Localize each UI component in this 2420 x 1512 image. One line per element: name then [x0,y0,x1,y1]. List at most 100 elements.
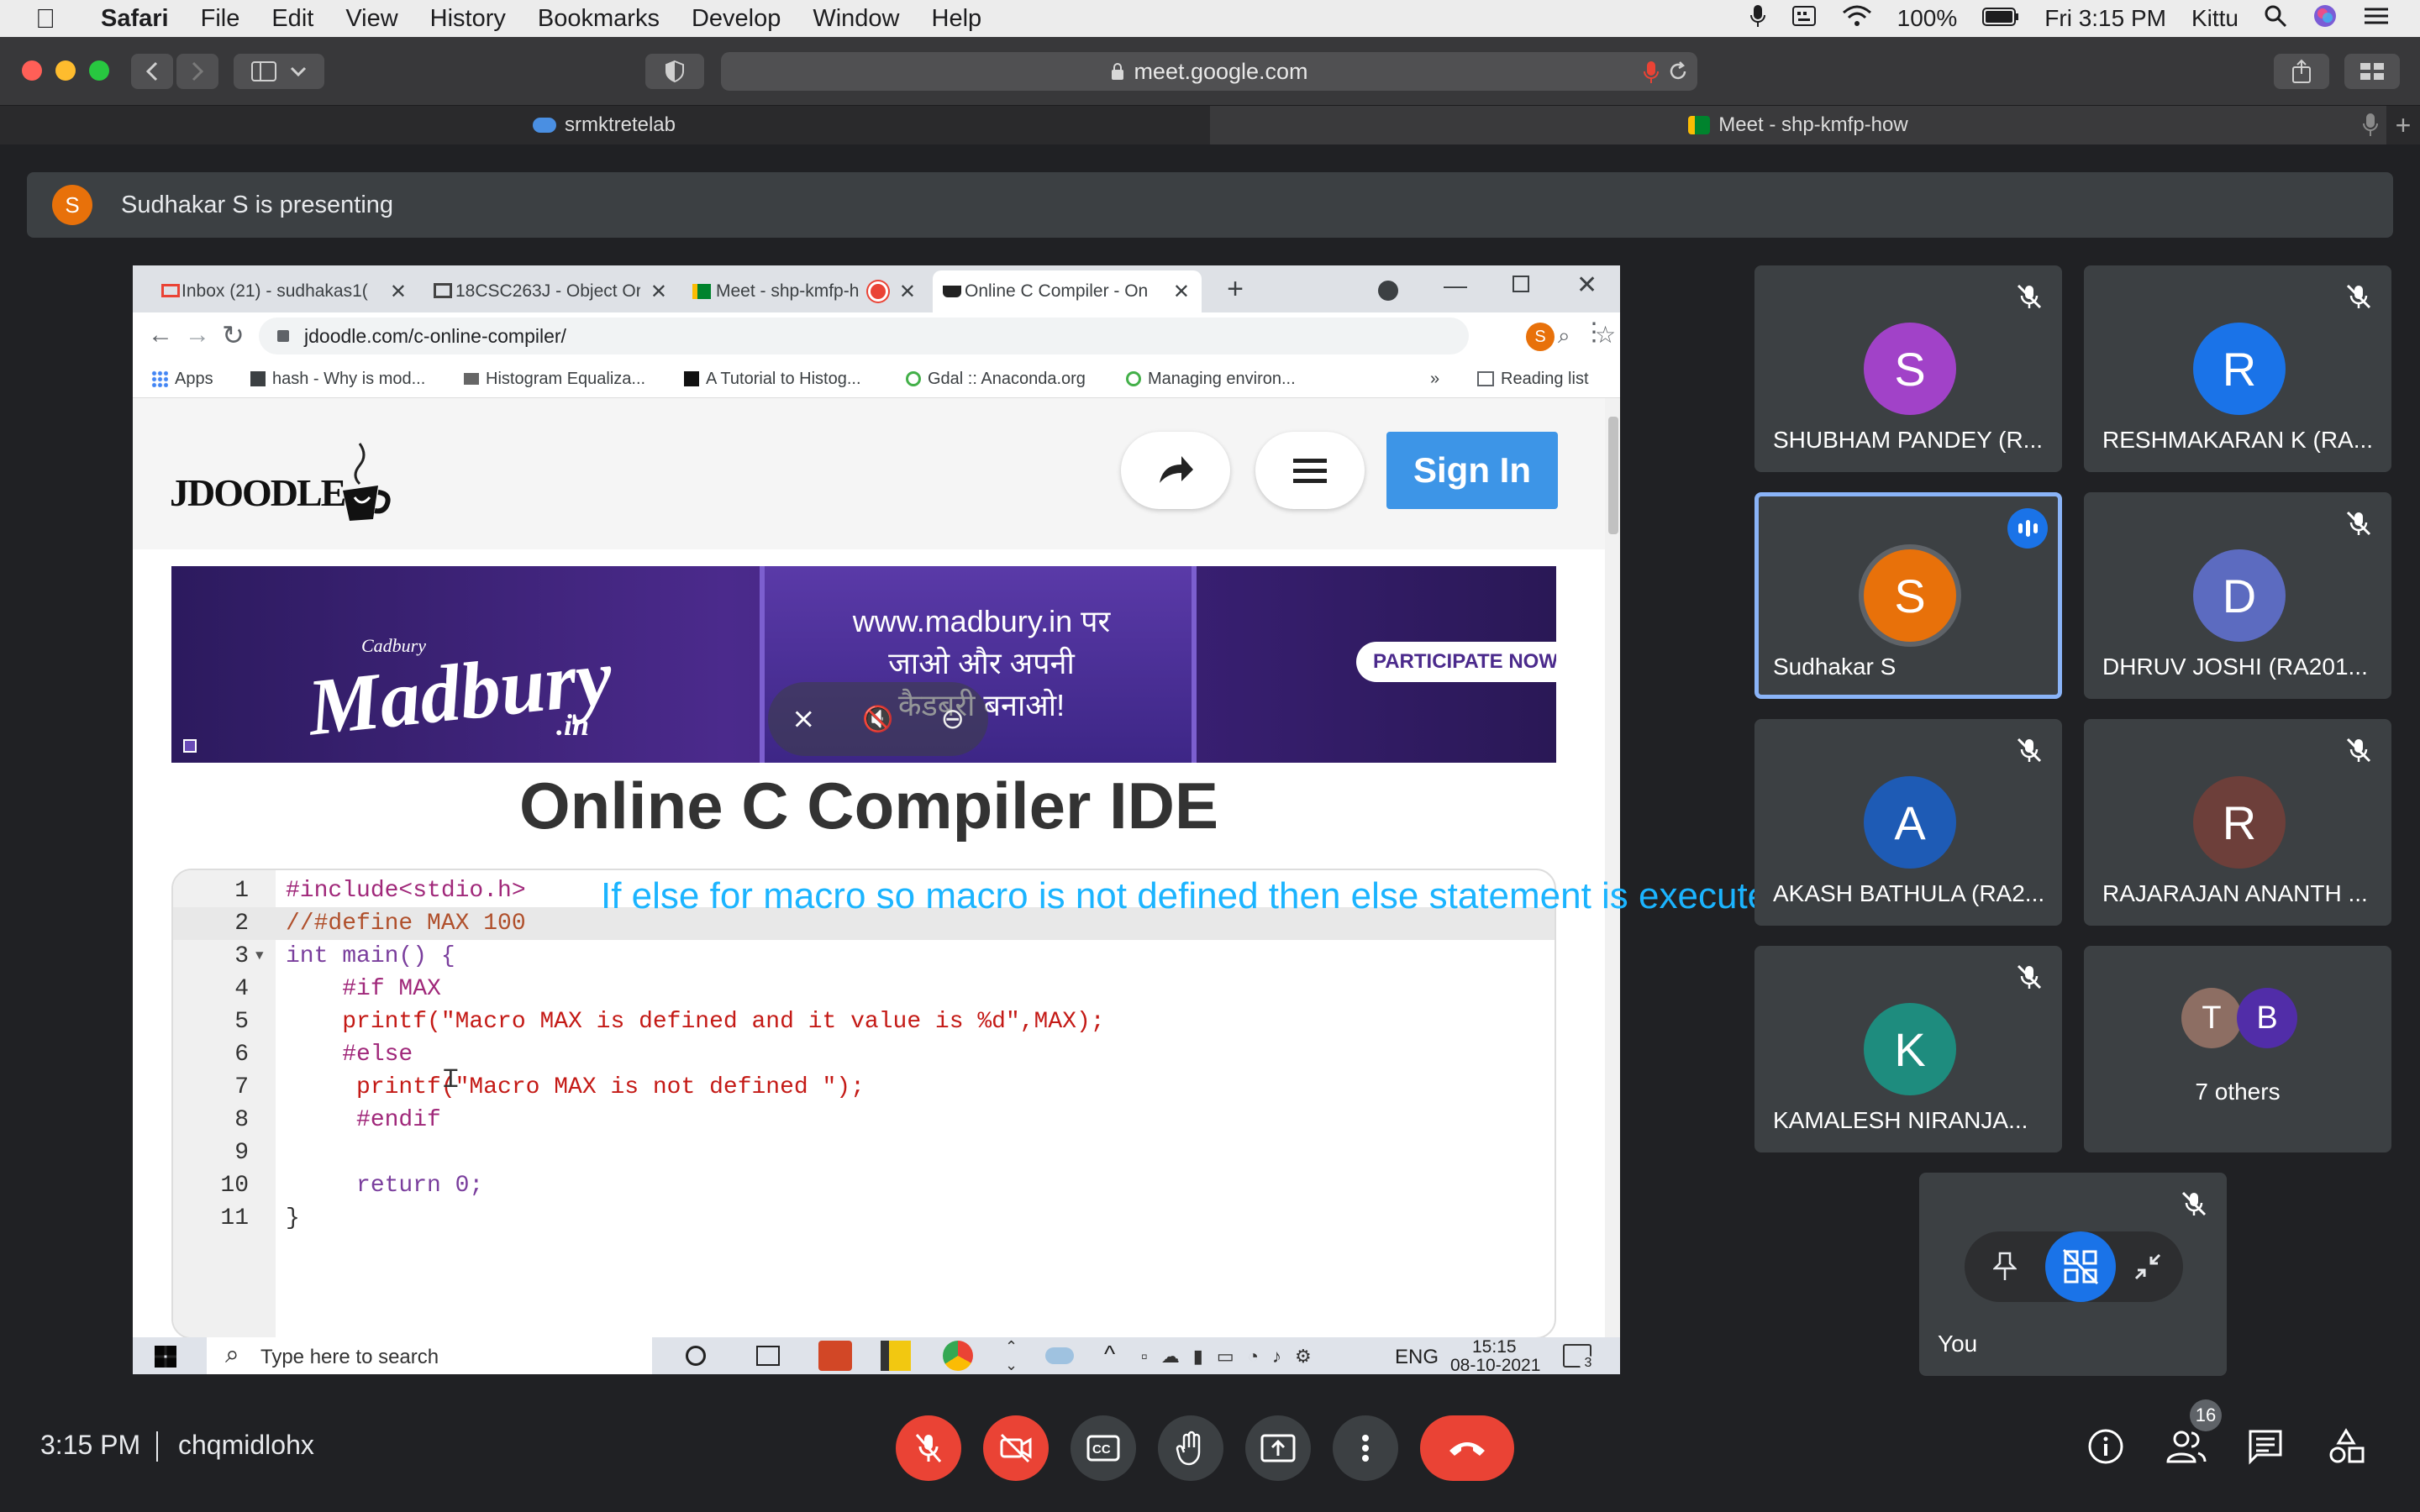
window-restore-button[interactable] [1512,276,1529,292]
code-line[interactable]: 3 ▼ int main() { [173,940,1555,973]
unpin-icon[interactable]: ⨯ [792,702,816,736]
input-language[interactable]: ENG [1395,1346,1439,1369]
mute-presenter-icon[interactable]: 🔇 [862,705,893,734]
menubar-user[interactable]: Kittu [2191,5,2238,32]
code-editor[interactable]: 1 #include<stdio.h> 2 //#define MAX 100 3 ▼… [171,869,1556,1339]
participant-tile[interactable]: R RAJARAJAN ANANTH ... [2084,719,2391,926]
menu-window[interactable]: Window [813,5,899,33]
forward-button[interactable] [176,54,218,89]
remove-icon[interactable]: ⊖ [941,702,965,736]
minimize-self-view-icon[interactable] [2124,1243,2171,1290]
meeting-code[interactable]: chqmidlohx [178,1430,314,1461]
leave-call-button[interactable] [1420,1415,1514,1481]
bookmark-histogram[interactable]: Histogram Equaliza... [464,360,645,398]
tab-microphone-icon[interactable] [2363,113,2378,138]
wifi-icon[interactable] [1842,4,1872,34]
share-button[interactable] [2274,54,2329,89]
participant-tile[interactable]: A AKASH BATHULA (RA2... [1754,719,2062,926]
menu-help[interactable]: Help [932,5,982,33]
chrome-new-tab-button[interactable]: + [1217,270,1254,307]
window-close-button[interactable]: ✕ [1576,270,1597,300]
chrome-tab-meet[interactable]: Meet - shp-kmfp-h ✕ [684,270,928,312]
url-field[interactable]: jdoodle.com/c-online-compiler/ ⌕ ☆ [259,318,1616,354]
keyboard-icon[interactable] [1791,5,1817,33]
page-scrollbar[interactable] [1605,398,1620,1337]
bookmark-hash[interactable]: hash - Why is mod... [250,360,425,398]
taskbar-date[interactable]: 08-10-2021 [1450,1356,1540,1374]
ad-choices-icon[interactable] [183,739,197,753]
control-center-icon[interactable] [2363,5,2390,33]
powerpoint-icon[interactable] [818,1341,852,1371]
reading-list-button[interactable]: Reading list [1477,360,1589,398]
taskbar-time[interactable]: 15:15 [1472,1337,1517,1357]
code-line[interactable]: 8 #endif [173,1104,1555,1137]
safari-tab-meet[interactable]: Meet - shp-kmfp-how [1210,106,2386,144]
taskbar-search-box[interactable]: ⌕ Type here to search [207,1337,652,1374]
menubar-clock[interactable]: Fri 3:15 PM [2044,5,2166,32]
zoom-window-button[interactable] [89,60,109,81]
weather-icon[interactable] [1045,1347,1074,1364]
back-arrow-icon[interactable]: ← [148,321,173,349]
chrome-profile-avatar[interactable]: S [1526,323,1555,351]
sidebar-toggle-button[interactable] [234,54,324,89]
fold-arrow-icon[interactable]: ▼ [255,940,264,973]
battery-icon[interactable] [1982,5,2019,32]
jdoodle-logo[interactable]: JDOODLE [170,437,405,529]
pin-icon[interactable] [1981,1243,2028,1290]
menu-view[interactable]: View [345,5,397,33]
meeting-details-button[interactable] [2087,1428,2129,1470]
zoom-icon[interactable]: ⌕ [1558,323,1570,349]
task-view-icon[interactable] [756,1346,780,1366]
safari-tab-srmktretelab[interactable]: srmktretelab [0,106,1208,144]
participant-tile[interactable]: D DHRUV JOSHI (RA201... [2084,492,2391,699]
mic-toggle-button[interactable] [896,1415,961,1481]
scrollbar-thumb[interactable] [1608,417,1618,534]
menu-file[interactable]: File [201,5,240,33]
people-button[interactable]: 16 [2166,1399,2222,1470]
chrome-tab-jdoodle[interactable]: Online C Compiler - On ✕ [933,270,1202,312]
bookmark-managing[interactable]: Managing environ... [1126,360,1296,398]
reload-icon[interactable]: ↻ [222,319,245,351]
tab-search-button[interactable] [1378,281,1398,301]
menu-develop[interactable]: Develop [692,5,781,33]
new-tab-button[interactable]: + [2386,106,2420,144]
activities-button[interactable] [2328,1428,2370,1470]
spotlight-search-icon[interactable] [2264,4,2287,34]
sticky-notes-icon[interactable] [881,1341,911,1371]
back-button[interactable] [131,54,173,89]
present-now-button[interactable] [1245,1415,1311,1481]
captions-button[interactable]: CC [1071,1415,1136,1481]
tray-chevron-icon[interactable]: ^ [1104,1341,1115,1368]
code-line[interactable]: 9 [173,1137,1555,1169]
ad-cta-button[interactable]: PARTICIPATE NOW [1356,642,1556,682]
cortana-icon[interactable] [686,1346,706,1366]
close-icon[interactable]: ✕ [390,280,407,304]
more-options-button[interactable] [1333,1415,1398,1481]
close-icon[interactable]: ✕ [899,280,916,304]
others-tile[interactable]: T B 7 others [2084,946,2391,1152]
code-line[interactable]: 10 return 0; [173,1169,1555,1202]
privacy-report-button[interactable] [645,54,704,89]
participant-tile[interactable]: R RESHMAKARAN K (RA... [2084,265,2391,472]
taskbar-scroll-arrows[interactable]: ⌃ ⌄ [1005,1337,1018,1374]
close-icon[interactable]: ✕ [650,280,667,304]
microphone-status-icon[interactable] [1749,3,1766,34]
menu-bookmarks[interactable]: Bookmarks [538,5,660,33]
bookmark-gdal[interactable]: Gdal :: Anaconda.org [906,360,1086,398]
tray-icons[interactable]: ▫☁▮▭◔♪⚙ [1141,1346,1325,1368]
kebab-menu-icon[interactable]: ⋮ [1581,318,1607,347]
code-line[interactable]: 7 printf("Macro MAX is not defined "); [173,1071,1555,1104]
participant-tile[interactable]: K KAMALESH NIRANJA... [1754,946,2062,1152]
participant-tile[interactable]: S SHUBHAM PANDEY (R... [1754,265,2062,472]
window-minimize-button[interactable]: — [1444,272,1467,299]
code-line[interactable]: 11} [173,1202,1555,1235]
bookmark-tutorial[interactable]: A Tutorial to Histog... [684,360,861,398]
close-window-button[interactable] [22,60,42,81]
code-line[interactable]: 5 printf("Macro MAX is defined and it va… [173,1005,1555,1038]
sign-in-button[interactable]: Sign In [1386,432,1558,509]
minimize-window-button[interactable] [55,60,76,81]
more-bookmarks-button[interactable]: » [1430,360,1439,398]
share-code-button[interactable] [1121,432,1230,509]
self-tile[interactable]: You [1919,1173,2227,1376]
menu-history[interactable]: History [430,5,506,33]
